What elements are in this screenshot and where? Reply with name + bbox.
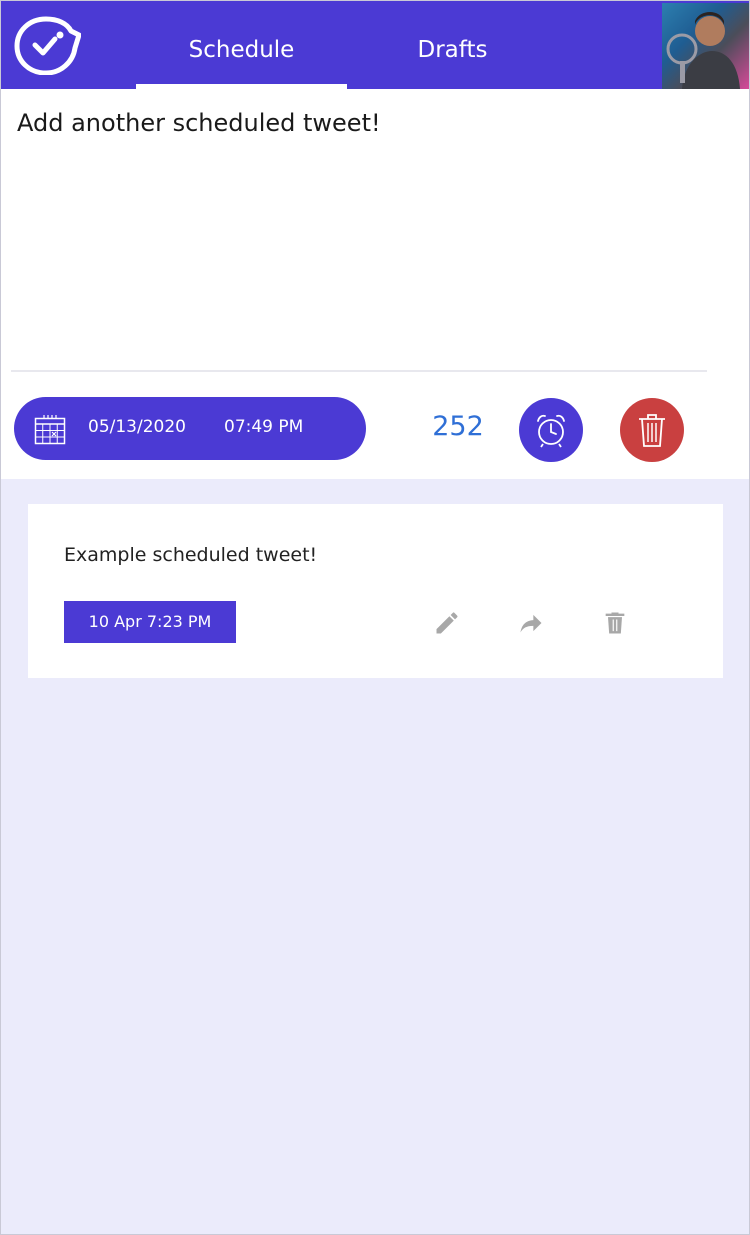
alarm-clock-icon	[537, 414, 565, 448]
discard-tweet-button[interactable]	[620, 398, 684, 462]
scheduled-tweet-text: Example scheduled tweet!	[64, 544, 318, 566]
pencil-icon[interactable]	[433, 609, 461, 637]
tab-drafts[interactable]: Drafts	[347, 1, 558, 89]
calendar-icon	[34, 415, 66, 445]
trash-icon[interactable]	[601, 609, 629, 637]
scheduled-date-badge: 10 Apr 7:23 PM	[64, 601, 236, 643]
tweet-composer: Add another scheduled tweet! 05/13/2020 …	[1, 89, 749, 479]
schedule-date: 05/13/2020	[88, 417, 186, 437]
schedule-time: 07:49 PM	[224, 417, 304, 437]
character-counter: 252	[432, 411, 484, 442]
share-arrow-icon[interactable]	[517, 609, 545, 637]
app-frame: Schedule Drafts Add another scheduled tw…	[0, 0, 750, 1235]
datetime-picker-button[interactable]: 05/13/2020 07:49 PM	[14, 397, 366, 460]
avatar-photo	[666, 12, 740, 89]
tweet-textarea[interactable]: Add another scheduled tweet!	[17, 109, 381, 137]
composer-divider	[11, 370, 707, 372]
scheduled-tweet-card: Example scheduled tweet! 10 Apr 7:23 PM	[28, 504, 723, 678]
trash-icon	[639, 414, 665, 447]
tab-schedule[interactable]: Schedule	[136, 1, 347, 89]
top-nav-bar: Schedule Drafts	[1, 1, 749, 89]
schedule-tweet-button[interactable]	[519, 398, 583, 462]
bird-clock-logo-icon[interactable]	[13, 15, 81, 75]
user-avatar[interactable]	[662, 3, 749, 89]
